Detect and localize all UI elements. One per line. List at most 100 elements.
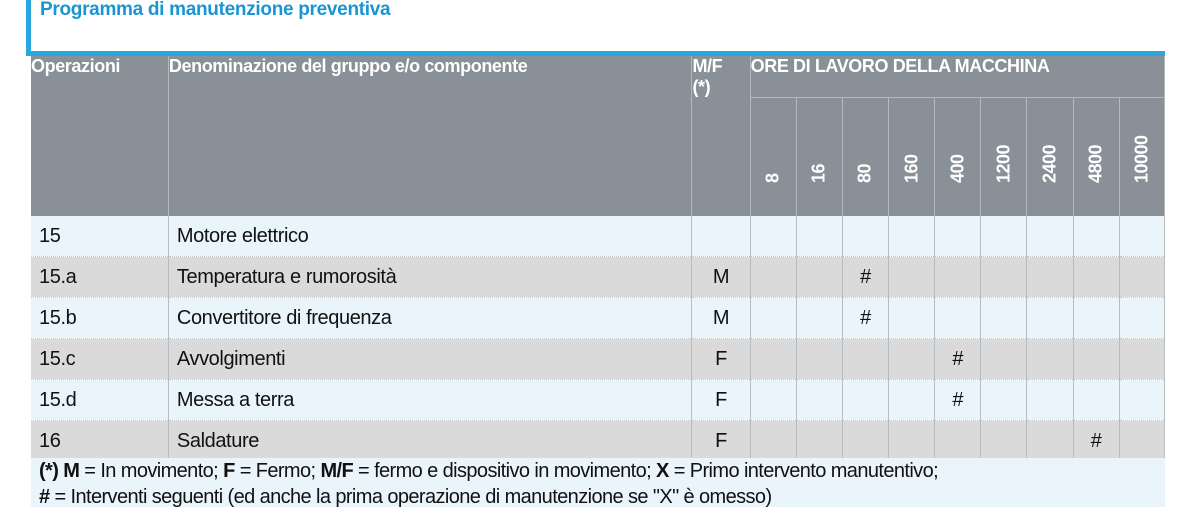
header-component: Denominazione del gruppo e/o componente [168,56,693,216]
operation-code: 15.b [31,297,169,339]
schedule-cell [750,420,797,462]
schedule-cell [980,338,1028,380]
component-name: Motore elettrico [168,216,693,257]
schedule-cell [934,256,982,298]
schedule-cell [888,379,936,421]
schedule-cell [1026,256,1074,298]
schedule-cell [750,297,797,339]
schedule-cell [750,256,797,298]
title-accent-bar [26,0,31,55]
schedule-cell [888,256,936,298]
header-mf: M/F (*) [691,56,751,216]
header-hour-8: 8 [750,97,797,216]
hour-label: 10000 [1131,135,1152,183]
schedule-cell [1026,420,1074,462]
schedule-cell [796,297,843,339]
header-hour-160: 160 [888,97,936,216]
header-hour-2400: 2400 [1026,97,1074,216]
mf-value: M [691,256,751,298]
schedule-cell [796,216,843,257]
schedule-cell [980,379,1028,421]
schedule-cell [1073,297,1120,339]
table-row: 15 Motore elettrico [31,216,1166,257]
hour-label: 160 [901,154,922,183]
footnote-mf-key: M/F [320,460,354,482]
schedule-cell [1073,379,1120,421]
footnote-x-key: X [656,460,669,482]
schedule-cell: # [934,379,982,421]
footnote-m-text: = In movimento; [79,460,224,482]
schedule-cell [980,297,1028,339]
mf-value: F [691,379,751,421]
hour-label: 400 [947,154,968,183]
schedule-cell [1073,338,1120,380]
footnote: (*) M = In movimento; F = Fermo; M/F = f… [31,458,1165,507]
schedule-cell [1119,338,1166,380]
schedule-cell [842,216,890,257]
schedule-cell: # [934,338,982,380]
header-hour-80: 80 [842,97,890,216]
component-name: Avvolgimenti [168,338,693,380]
footnote-hash-text: = Interventi seguenti (ed anche la prima… [49,486,772,507]
schedule-cell [980,216,1028,257]
component-name: Temperatura e rumorosità [168,256,693,298]
hour-label: 1200 [993,144,1014,183]
hour-label: 80 [854,163,875,183]
footnote-asterisk: (*) [39,460,59,482]
schedule-cell [888,297,936,339]
mf-value [691,216,751,257]
schedule-cell [980,420,1028,462]
operation-code: 15.a [31,256,169,298]
table-row: 15.d Messa a terra F # [31,379,1166,421]
schedule-cell [842,420,890,462]
footnote-f-text: = Fermo; [234,460,321,482]
header-hour-4800: 4800 [1073,97,1120,216]
schedule-cell [796,420,843,462]
schedule-cell [1026,379,1074,421]
schedule-cell [1073,216,1120,257]
schedule-cell [934,420,982,462]
schedule-cell [888,338,936,380]
schedule-cell: # [842,297,890,339]
header-hour-1200: 1200 [980,97,1028,216]
header-operations: Operazioni [31,56,169,216]
schedule-cell [1026,338,1074,380]
schedule-cell [750,216,797,257]
footnote-m-key: M [63,460,80,482]
table-row: 15.a Temperatura e rumorosità M # [31,256,1166,298]
operation-code: 15.d [31,379,169,421]
hour-label: 4800 [1085,144,1106,183]
hour-label: 2400 [1039,144,1060,183]
header-hour-400: 400 [934,97,982,216]
footnote-x-text: = Primo intervento manutentivo; [668,460,939,482]
table-row: 15.c Avvolgimenti F # [31,338,1166,380]
header-hours-group: ORE DI LAVORO DELLA MACCHINA [750,56,1166,98]
footnote-hash-key: # [39,486,50,507]
operation-code: 15 [31,216,169,257]
mf-value: M [691,297,751,339]
schedule-cell [796,379,843,421]
schedule-cell [842,338,890,380]
schedule-cell [1026,297,1074,339]
hour-label: 8 [762,173,783,183]
schedule-cell: # [1073,420,1120,462]
schedule-cell [888,216,936,257]
footnote-mf-text: = fermo e dispositivo in movimento; [353,460,657,482]
mf-value: F [691,338,751,380]
header-mf-line1: M/F [692,56,723,76]
mf-value: F [691,420,751,462]
schedule-cell [796,256,843,298]
schedule-cell [1119,420,1166,462]
schedule-cell: # [842,256,890,298]
schedule-cell [1119,379,1166,421]
header-mf-line2: (*) [692,77,711,97]
schedule-cell [980,256,1028,298]
schedule-cell [1073,256,1120,298]
schedule-cell [934,216,982,257]
operation-code: 15.c [31,338,169,380]
schedule-cell [1119,297,1166,339]
schedule-cell [934,297,982,339]
schedule-cell [1119,256,1166,298]
header-hour-10000: 10000 [1119,97,1166,216]
table-row: 15.b Convertitore di frequenza M # [31,297,1166,339]
